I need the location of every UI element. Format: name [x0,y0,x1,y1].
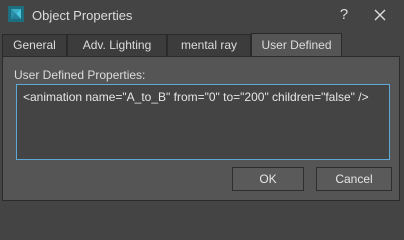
close-icon [374,9,386,21]
tab-mental-ray[interactable]: mental ray [167,34,251,56]
tab-general[interactable]: General [2,34,67,56]
tab-adv-lighting[interactable]: Adv. Lighting [67,34,167,56]
title-bar[interactable]: Object Properties ? [0,0,404,30]
ok-button[interactable]: OK [232,167,304,191]
tab-bar: General Adv. Lighting mental ray User De… [2,33,402,57]
window-title: Object Properties [32,8,133,23]
user-defined-properties-textarea[interactable]: <animation name="A_to_B" from="0" to="20… [16,84,390,160]
tab-user-defined[interactable]: User Defined [251,33,342,57]
cancel-button[interactable]: Cancel [316,167,392,191]
app-icon [8,6,24,22]
user-defined-properties-label: User Defined Properties: [14,68,146,82]
close-button[interactable] [367,4,393,26]
object-properties-dialog: Object Properties ? General Adv. Lightin… [0,0,404,203]
help-button[interactable]: ? [333,4,355,26]
